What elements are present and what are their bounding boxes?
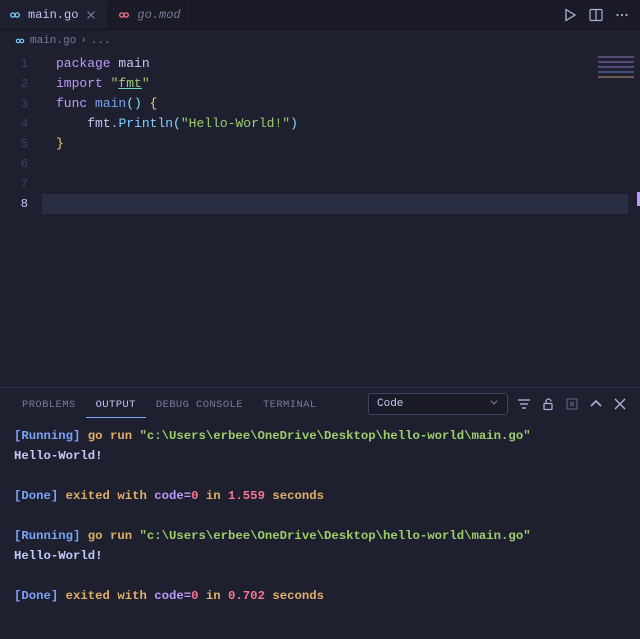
tab-label: main.go bbox=[28, 8, 78, 22]
clear-output-icon[interactable] bbox=[564, 396, 580, 412]
breadcrumb-trail: ... bbox=[91, 35, 111, 47]
close-icon[interactable] bbox=[84, 8, 98, 22]
line-number: 1 bbox=[0, 54, 42, 74]
breadcrumb-file: main.go bbox=[30, 35, 76, 47]
more-icon[interactable] bbox=[614, 7, 630, 23]
panel-tab-output[interactable]: OUTPUT bbox=[86, 391, 146, 418]
go-file-icon bbox=[8, 8, 22, 22]
panel-actions bbox=[516, 396, 628, 412]
go-file-icon bbox=[14, 35, 26, 47]
line-number: 5 bbox=[0, 134, 42, 154]
editor[interactable]: 12345678 package mainimport "fmt"func ma… bbox=[0, 52, 640, 387]
panel-tab-debug-console[interactable]: DEBUG CONSOLE bbox=[146, 391, 253, 418]
titlebar-actions bbox=[552, 0, 640, 29]
chevron-down-icon bbox=[489, 397, 499, 411]
output-filter-select[interactable]: Code bbox=[368, 393, 508, 415]
active-line-highlight bbox=[42, 194, 628, 214]
code-area[interactable]: package mainimport "fmt"func main() { fm… bbox=[42, 52, 640, 387]
split-editor-icon[interactable] bbox=[588, 7, 604, 23]
tab-label: go.mod bbox=[137, 8, 180, 22]
line-number: 8 bbox=[0, 194, 42, 214]
tabs: main.go go.mod bbox=[0, 0, 552, 29]
panel-tab-terminal[interactable]: TERMINAL bbox=[253, 391, 327, 418]
filter-lines-icon[interactable] bbox=[516, 396, 532, 412]
breadcrumb[interactable]: main.go › ... bbox=[0, 30, 640, 52]
code-line[interactable]: package main bbox=[42, 54, 640, 74]
unlock-icon[interactable] bbox=[540, 396, 556, 412]
code-line[interactable]: } bbox=[42, 134, 640, 154]
code-line[interactable]: func main() { bbox=[42, 94, 640, 114]
bottom-panel: PROBLEMSOUTPUTDEBUG CONSOLETERMINAL Code… bbox=[0, 387, 640, 639]
line-number: 2 bbox=[0, 74, 42, 94]
panel-tabs: PROBLEMSOUTPUTDEBUG CONSOLETERMINAL bbox=[12, 391, 327, 418]
output-filter-value: Code bbox=[377, 398, 403, 410]
breadcrumb-sep: › bbox=[80, 35, 87, 47]
line-number: 4 bbox=[0, 114, 42, 134]
go-file-icon bbox=[117, 8, 131, 22]
code-line[interactable]: import "fmt" bbox=[42, 74, 640, 94]
run-icon[interactable] bbox=[562, 7, 578, 23]
close-panel-icon[interactable] bbox=[612, 396, 628, 412]
line-number: 6 bbox=[0, 154, 42, 174]
code-line[interactable]: fmt.Println("Hello-World!") bbox=[42, 114, 640, 134]
chevron-up-icon[interactable] bbox=[588, 396, 604, 412]
panel-tab-problems[interactable]: PROBLEMS bbox=[12, 391, 86, 418]
tab-go-mod[interactable]: go.mod bbox=[109, 0, 191, 29]
tab-bar: main.go go.mod bbox=[0, 0, 640, 30]
line-number: 7 bbox=[0, 174, 42, 194]
output-body[interactable]: [Running] go run "c:\Users\erbee\OneDriv… bbox=[0, 420, 640, 639]
line-number: 3 bbox=[0, 94, 42, 114]
tab-main-go[interactable]: main.go bbox=[0, 0, 109, 29]
panel-header: PROBLEMSOUTPUTDEBUG CONSOLETERMINAL Code bbox=[0, 388, 640, 420]
line-gutter: 12345678 bbox=[0, 52, 42, 387]
